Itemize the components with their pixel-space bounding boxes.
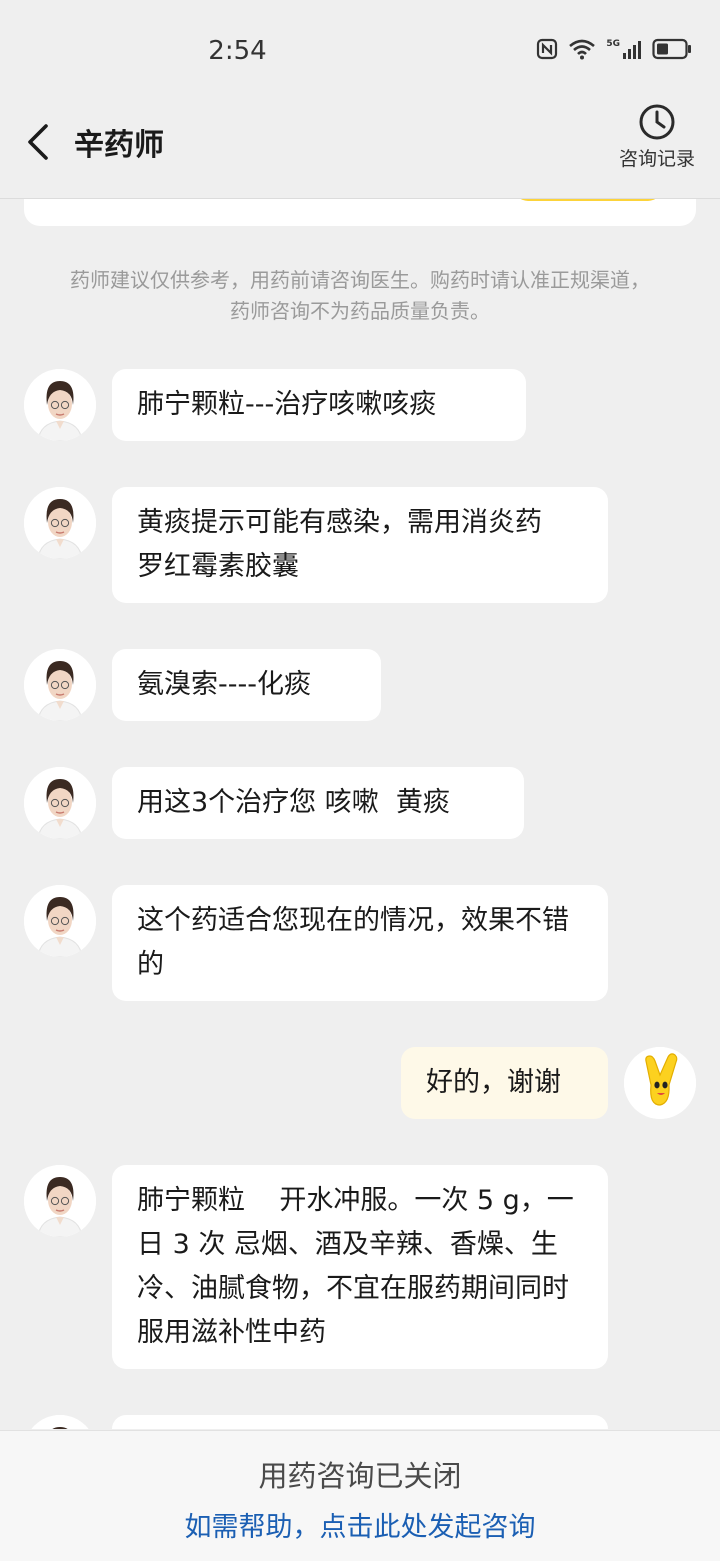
consult-closed-footer: 用药咨询已关闭 如需帮助，点击此处发起咨询 — [0, 1430, 720, 1561]
pharmacist-avatar[interactable] — [24, 885, 96, 957]
previous-card-button[interactable] — [514, 199, 662, 201]
pharmacist-avatar[interactable] — [24, 487, 96, 559]
network-type-icon: 5G — [606, 39, 642, 59]
wifi-icon — [569, 39, 596, 60]
consult-history-button[interactable]: 咨询记录 — [612, 102, 702, 171]
consult-closed-text: 用药咨询已关闭 — [258, 1459, 462, 1493]
start-consult-link[interactable]: 如需帮助，点击此处发起咨询 — [0, 1505, 720, 1544]
message-bubble[interactable]: 肺宁颗粒---治疗咳嗽咳痰 — [112, 369, 526, 441]
message-bubble[interactable]: 肺宁颗粒 开水冲服。一次 5 g，一日 3 次 忌烟、酒及辛辣、香燥、生冷、油腻… — [112, 1165, 608, 1369]
disclaimer-notice: 药师建议仅供参考，用药前请咨询医生。购药时请认准正规渠道，药师咨询不为药品质量负… — [70, 268, 650, 323]
status-time: 2:54 — [208, 36, 267, 66]
pharmacist-avatar[interactable] — [24, 1165, 96, 1237]
status-bar: 2:54 5G — [0, 0, 720, 100]
message-bubble[interactable]: 好的，谢谢 — [401, 1047, 608, 1119]
message-bubble[interactable]: 这个药适合您现在的情况，效果不错的 — [112, 885, 608, 1001]
battery-icon — [652, 38, 691, 60]
clock-icon — [639, 104, 675, 140]
message-bubble[interactable]: 黄痰提示可能有感染，需用消炎药 罗红霉素胶囊 — [112, 487, 608, 603]
page-title: 辛药师 — [74, 128, 164, 163]
pharmacist-avatar[interactable] — [24, 369, 96, 441]
status-icons: 5G — [536, 38, 692, 60]
previous-message-card — [24, 199, 696, 226]
message-bubble[interactable]: 氨溴索----化痰 — [112, 649, 381, 721]
message-bubble[interactable]: 用这3个治疗您 咳嗽 黄痰 — [112, 767, 524, 839]
user-avatar[interactable] — [624, 1047, 696, 1119]
message-bubble[interactable] — [112, 1415, 608, 1429]
pharmacist-avatar[interactable] — [24, 1415, 96, 1429]
pharmacist-avatar[interactable] — [24, 767, 96, 839]
chat-area[interactable]: 药师建议仅供参考，用药前请咨询医生。购药时请认准正规渠道，药师咨询不为药品质量负… — [0, 199, 720, 1429]
consult-history-label: 咨询记录 — [618, 148, 695, 170]
chat-header: 辛药师 咨询记录 — [0, 100, 720, 199]
pharmacist-avatar[interactable] — [24, 649, 96, 721]
nfc-icon — [537, 38, 558, 60]
back-arrow-icon[interactable] — [22, 122, 54, 162]
